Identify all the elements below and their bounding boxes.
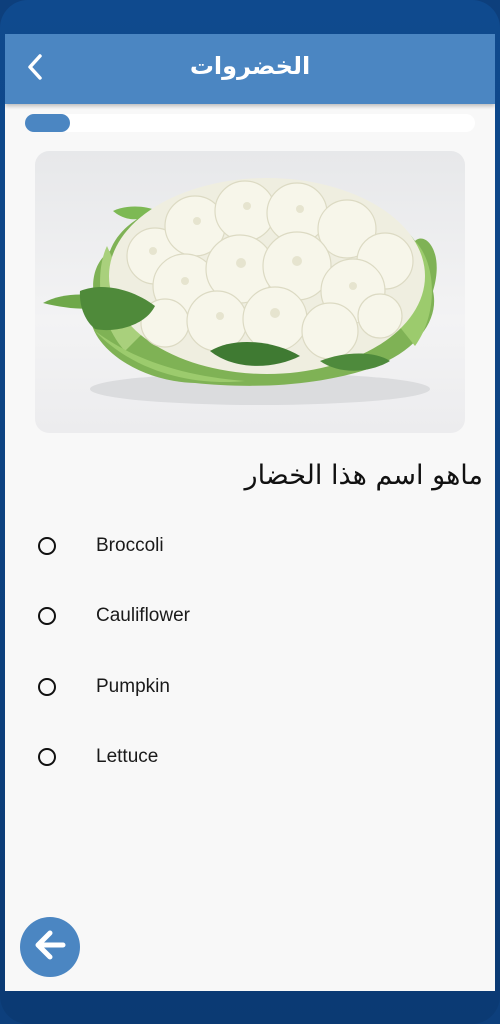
progress-fill (25, 114, 70, 132)
app-bar: الخضروات (5, 34, 495, 104)
option-label: Lettuce (96, 746, 159, 767)
option-pumpkin[interactable]: Pumpkin (35, 665, 455, 709)
screen: الخضروات ماهو اسم هذا الخضار Broccoli Ca… (5, 34, 495, 991)
page-title: الخضروات (189, 52, 311, 80)
device-frame: الخضروات ماهو اسم هذا الخضار Broccoli Ca… (0, 0, 500, 1024)
radio-button[interactable] (38, 678, 56, 696)
progress-bar (25, 114, 475, 132)
option-cauliflower[interactable]: Cauliflower (35, 594, 455, 638)
previous-button[interactable] (20, 917, 80, 977)
question-image (35, 151, 465, 433)
option-label: Cauliflower (96, 605, 190, 626)
arrow-left-icon (30, 925, 70, 969)
radio-button[interactable] (38, 748, 56, 766)
question-text: ماهو اسم هذا الخضار (244, 460, 483, 491)
option-label: Pumpkin (96, 676, 170, 697)
radio-button[interactable] (38, 607, 56, 625)
option-label: Broccoli (96, 535, 164, 556)
radio-button[interactable] (38, 537, 56, 555)
option-lettuce[interactable]: Lettuce (35, 735, 455, 779)
cauliflower-image (43, 178, 437, 405)
option-broccoli[interactable]: Broccoli (35, 524, 455, 568)
